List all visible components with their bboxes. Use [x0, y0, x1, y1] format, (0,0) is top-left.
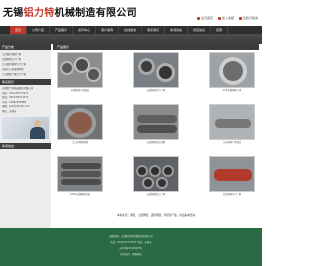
nav-supply[interactable]: 供应信息: [188, 26, 212, 34]
product-caption[interactable]: 无缝钢管加工厂家: [133, 192, 179, 197]
pipe-shape: [215, 119, 251, 128]
star-icon: [217, 16, 221, 20]
product-card[interactable]: 合金钢管生产厂家: [209, 156, 255, 197]
product-image[interactable]: [209, 156, 255, 192]
pipe-shape: [149, 165, 161, 177]
category-item[interactable]: 江苏钢管厂家生产厂家: [2, 72, 49, 77]
nav-cases[interactable]: 客户案例: [96, 26, 120, 34]
product-card[interactable]: 无缝钢管厂家批发: [57, 52, 103, 93]
pipe-shape: [64, 108, 96, 138]
company-name[interactable]: 无锡铝力特机械制造有限公司: [3, 4, 137, 19]
site-header: 无锡铝力特机械制造有限公司 设为首页 加入收藏 给我们留言: [0, 0, 262, 26]
leave-message-link[interactable]: 给我们留言: [238, 16, 258, 20]
pipe-shape: [60, 61, 74, 75]
main-nav: 首页 公司介绍 产品展示 资讯中心 客户案例 在线留言 联系我们 新闻动态 供应…: [0, 26, 262, 34]
product-image[interactable]: [133, 52, 179, 88]
person-head: [34, 120, 41, 127]
pipe-shape: [138, 58, 155, 75]
pipe-shape: [156, 177, 168, 189]
nav-info[interactable]: 资讯中心: [73, 26, 97, 34]
nav-news[interactable]: 新闻动态: [165, 26, 189, 34]
business-note: 本站主营：钢管，无缝钢管，镀锌钢管，焊管等产品，欢迎来电咨询: [117, 214, 195, 217]
product-image[interactable]: [133, 104, 179, 140]
company-prefix: 无锡: [3, 8, 24, 19]
pipe-shape: [162, 165, 174, 177]
product-image[interactable]: [209, 104, 255, 140]
nav-about[interactable]: 公司介绍: [27, 26, 51, 34]
pipe-shape: [214, 169, 252, 181]
product-image[interactable]: [57, 156, 103, 192]
product-card[interactable]: 无缝钢管生产厂家: [133, 52, 179, 93]
product-caption[interactable]: 合金钢管生产厂家: [209, 192, 255, 197]
nav-products[interactable]: 产品展示: [50, 26, 74, 34]
product-card[interactable]: 无缝钢管加工厂家: [133, 156, 179, 197]
pipe-shape: [156, 63, 175, 82]
product-caption[interactable]: 大口径厚壁钢管: [57, 140, 103, 145]
product-caption[interactable]: 江苏钢管厂家供应: [209, 140, 255, 145]
pipe-shape: [137, 125, 177, 133]
nav-contact[interactable]: 联系我们: [142, 26, 166, 34]
contact-info: 无锡铝力特机械制造有限公司 电话：0510-83774271 传真：0510-8…: [0, 85, 51, 114]
product-caption[interactable]: 无缝钢管生产厂家: [133, 88, 179, 93]
banner-strip: [0, 34, 262, 44]
nav-home[interactable]: 首页: [10, 26, 28, 34]
product-image[interactable]: [133, 156, 179, 192]
footer-support: 技术支持：网络科技: [120, 253, 142, 256]
product-card[interactable]: 无缝钢管供应商家: [133, 104, 179, 145]
pipe-shape: [61, 171, 101, 177]
customer-service-photo: [2, 117, 49, 139]
contact-address: 地址：无锡市: [2, 109, 17, 113]
pipe-shape: [142, 177, 154, 189]
product-category-list: 江苏镀锌钢管厂家 无锡焊管生产厂家 江苏镀锌钢管生产厂家 无锡大口径直缝焊管 江…: [0, 50, 51, 79]
company-brand: 铝力特: [23, 8, 55, 19]
product-card[interactable]: 20#无缝钢管厂家: [209, 52, 255, 93]
products-title: 产品展示: [53, 44, 259, 50]
set-homepage-link[interactable]: 设为首页: [196, 16, 213, 20]
site-footer: 版权所有：无锡铝力特机械制造有限公司 电话：0510-83774271 地址：无…: [0, 228, 262, 266]
sidebar: 产品分类 江苏镀锌钢管厂家 无锡焊管生产厂家 江苏镀锌钢管生产厂家 无锡大口径直…: [0, 44, 51, 228]
product-card[interactable]: 16Mn无缝钢管批发: [57, 156, 103, 197]
product-image[interactable]: [57, 104, 103, 140]
pipe-shape: [137, 115, 177, 123]
pipe-shape: [136, 165, 148, 177]
top-links: 设为首页 加入收藏 给我们留言: [196, 16, 258, 20]
product-card[interactable]: 江苏钢管厂家供应: [209, 104, 255, 145]
pipe-shape: [61, 179, 101, 185]
pipe-shape: [219, 57, 247, 85]
product-caption[interactable]: 20#无缝钢管厂家: [209, 88, 255, 93]
main-content: 产品展示 无缝钢管厂家批发 无缝钢管生产厂家 20#无缝钢管厂家 大口径厚壁钢管…: [53, 44, 259, 228]
product-caption[interactable]: 16Mn无缝钢管批发: [57, 192, 103, 197]
nav-message[interactable]: 在线留言: [119, 26, 143, 34]
product-image[interactable]: [57, 52, 103, 88]
nav-jobs[interactable]: 招聘: [211, 26, 229, 34]
company-suffix: 机械制造有限公司: [54, 8, 137, 19]
add-favorite-link[interactable]: 加入收藏: [217, 16, 234, 20]
pipe-shape: [86, 67, 101, 82]
product-card[interactable]: 大口径厚壁钢管: [57, 104, 103, 145]
pipe-shape: [61, 163, 101, 169]
person-body: [30, 127, 45, 139]
news-title: 新闻动态: [0, 143, 51, 149]
home-icon: [196, 16, 200, 20]
message-icon: [238, 16, 242, 20]
product-caption[interactable]: 无缝钢管供应商家: [133, 140, 179, 145]
product-caption[interactable]: 无缝钢管厂家批发: [57, 88, 103, 93]
product-image[interactable]: [209, 52, 255, 88]
